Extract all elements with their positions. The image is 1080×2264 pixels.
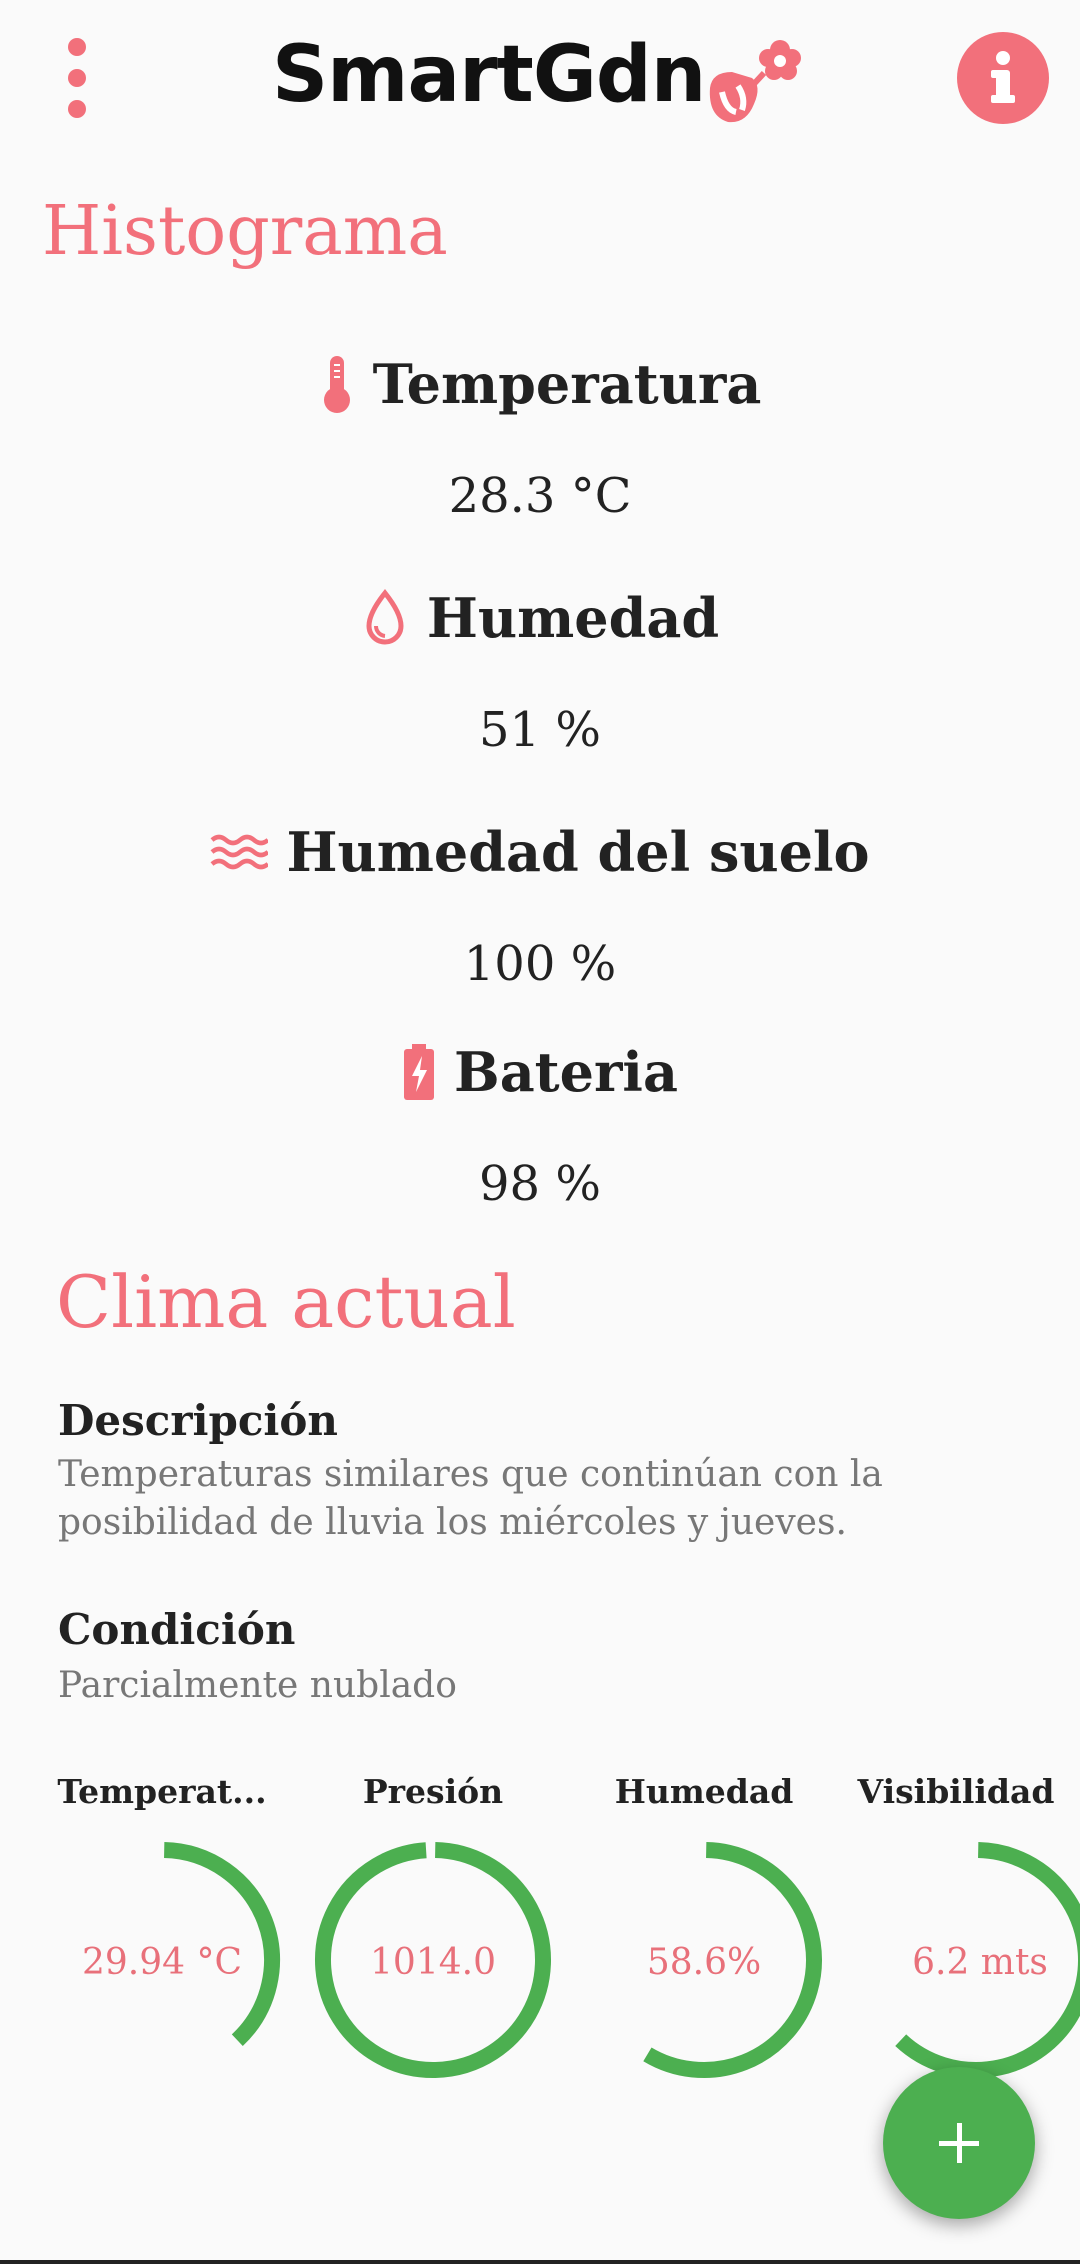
bottom-edge [0, 2260, 1080, 2264]
gauge-value: 29.94 °C [81, 1942, 243, 1983]
clima-title: Clima actual [56, 1260, 516, 1344]
gauge-value: 58.6% [646, 1942, 762, 1983]
flower-pot-icon [709, 40, 801, 123]
gauge-presion: Presión 1014.0 [298, 1772, 568, 2102]
info-icon [991, 51, 1015, 103]
gauge-label: Visibilidad [857, 1772, 1055, 1811]
metric-humedad: Humedad [0, 586, 1080, 650]
metric-label: Bateria [454, 1040, 678, 1104]
metric-value: 51 % [479, 702, 601, 758]
app-screen: SmartGdn Histograma Temperatura 28.3 °C … [0, 0, 1080, 2264]
gauge-humedad: Humedad 58.6% [569, 1772, 839, 2102]
gauge-label: Humedad [614, 1772, 794, 1811]
histogram-title: Histograma [42, 192, 448, 271]
descripcion-text: Temperaturas similares que continúan con… [58, 1454, 883, 1543]
water-drop-icon [366, 588, 404, 645]
metric-humedad-suelo: Humedad del suelo [0, 820, 1080, 884]
metric-value: 100 % [463, 936, 617, 992]
metric-value: 98 % [479, 1156, 601, 1212]
metric-value: 28.3 °C [448, 468, 632, 524]
gauge-label: Temperat... [57, 1772, 267, 1811]
add-button[interactable] [883, 2067, 1035, 2219]
thermometer-icon [323, 356, 350, 413]
condicion-label: Condición [58, 1605, 296, 1654]
metric-temperatura: Temperatura [0, 352, 1080, 416]
app-bar: SmartGdn [0, 0, 1080, 150]
metric-bateria: Bateria [0, 1040, 1080, 1104]
condicion-text: Parcialmente nublado [58, 1665, 457, 1706]
app-title: SmartGdn [272, 30, 706, 120]
more-vert-icon[interactable] [60, 38, 94, 118]
metric-label: Humedad del suelo [286, 820, 870, 884]
info-button[interactable] [957, 32, 1049, 124]
metric-label: Temperatura [372, 352, 762, 416]
metric-label: Humedad [426, 586, 720, 650]
gauge-value: 6.2 mts [912, 1942, 1048, 1983]
battery-charging-icon [404, 1044, 435, 1100]
gauge-temperatura: Temperat... 29.94 °C [27, 1772, 297, 2102]
gauge-value: 1014.0 [370, 1942, 496, 1983]
descripcion-label: Descripción [58, 1396, 338, 1445]
plus-icon [939, 2123, 979, 2163]
gauge-visibilidad: Visibilidad 6.2 mts [840, 1772, 1080, 2102]
gauge-label: Presión [362, 1772, 504, 1811]
waves-icon [211, 834, 269, 870]
